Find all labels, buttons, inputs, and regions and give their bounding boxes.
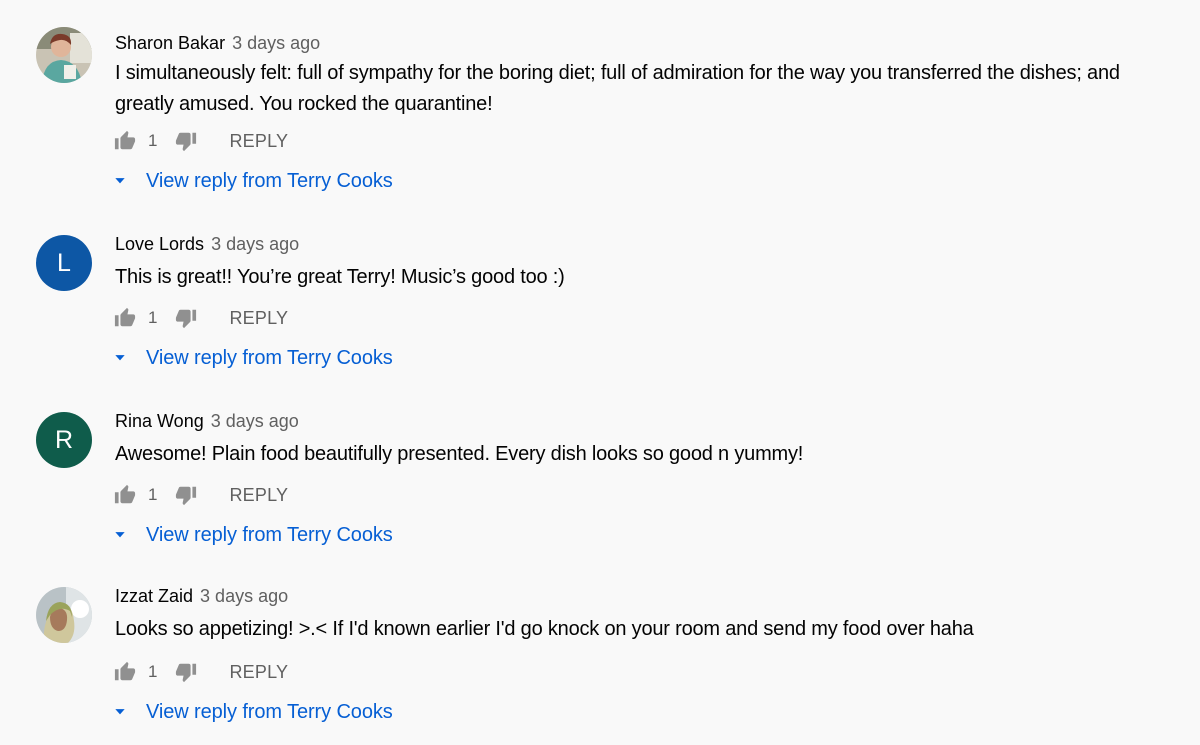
view-replies-label: View reply from Terry Cooks (146, 169, 393, 192)
avatar[interactable] (36, 587, 92, 643)
avatar[interactable]: L (36, 235, 92, 291)
like-button[interactable] (112, 129, 138, 153)
like-button[interactable] (112, 660, 138, 684)
comment-actions: 1 REPLY (112, 306, 288, 330)
reply-button[interactable]: REPLY (229, 485, 288, 506)
comment-timestamp[interactable]: 3 days ago (232, 33, 320, 53)
thumb-down-icon (176, 486, 197, 506)
avatar-letter: L (57, 248, 71, 277)
comment-header: Love Lords 3 days ago (115, 233, 299, 255)
view-replies-label: View reply from Terry Cooks (146, 700, 393, 723)
author-name[interactable]: Sharon Bakar (115, 33, 225, 53)
comment-text: Looks so appetizing! >.< If I'd known ea… (115, 618, 974, 640)
comment-text: I simultaneously felt: full of sympathy … (115, 62, 1120, 115)
like-count: 1 (148, 485, 158, 504)
dislike-button[interactable] (173, 129, 199, 153)
view-replies-label: View reply from Terry Cooks (146, 523, 393, 546)
dislike-button[interactable] (173, 660, 199, 684)
author-name[interactable]: Love Lords (115, 234, 204, 254)
thumb-up-icon (114, 484, 136, 504)
thumb-up-icon (114, 130, 136, 150)
caret-down-icon (110, 702, 130, 722)
like-button[interactable] (112, 306, 138, 330)
like-count: 1 (148, 131, 158, 150)
view-replies-button[interactable]: View reply from Terry Cooks (110, 522, 393, 548)
dislike-button[interactable] (173, 483, 199, 507)
thumb-up-icon (114, 307, 136, 327)
user-photo-icon (36, 587, 92, 643)
thumb-up-icon (114, 661, 136, 681)
comment-text: Awesome! Plain food beautifully presente… (115, 443, 804, 465)
like-button[interactable] (112, 483, 138, 507)
author-name[interactable]: Rina Wong (115, 411, 204, 431)
view-replies-button[interactable]: View reply from Terry Cooks (110, 345, 393, 371)
comment-actions: 1 REPLY (112, 129, 288, 153)
like-count: 1 (148, 662, 158, 681)
caret-down-icon (110, 348, 130, 368)
reply-button[interactable]: REPLY (229, 308, 288, 329)
comment-actions: 1 REPLY (112, 483, 288, 507)
avatar-letter: R (54, 425, 74, 454)
view-replies-button[interactable]: View reply from Terry Cooks (110, 168, 393, 194)
avatar[interactable] (36, 27, 92, 83)
reply-button[interactable]: REPLY (229, 131, 288, 152)
like-count: 1 (148, 308, 158, 327)
thumb-down-icon (176, 309, 197, 329)
user-photo-icon (36, 27, 92, 83)
comment-header: Izzat Zaid 3 days ago (115, 585, 288, 607)
caret-down-icon (110, 171, 130, 191)
author-name[interactable]: Izzat Zaid (115, 586, 193, 606)
comment-timestamp[interactable]: 3 days ago (211, 411, 299, 431)
view-replies-label: View reply from Terry Cooks (146, 346, 393, 369)
comment-text: This is great!! You’re great Terry! Musi… (115, 266, 565, 288)
thumb-down-icon (176, 132, 197, 152)
thumb-down-icon (176, 663, 197, 683)
caret-down-icon (110, 525, 130, 545)
comment-timestamp[interactable]: 3 days ago (200, 586, 288, 606)
view-replies-button[interactable]: View reply from Terry Cooks (110, 699, 393, 725)
avatar[interactable]: R (36, 412, 92, 468)
comment-header: Sharon Bakar 3 days ago (115, 32, 320, 54)
comment-header: Rina Wong 3 days ago (115, 410, 299, 432)
dislike-button[interactable] (173, 306, 199, 330)
comments-section: Sharon Bakar 3 days ago I simultaneously… (0, 0, 1200, 745)
reply-button[interactable]: REPLY (229, 662, 288, 683)
comment-actions: 1 REPLY (112, 660, 288, 684)
comment-timestamp[interactable]: 3 days ago (211, 234, 299, 254)
